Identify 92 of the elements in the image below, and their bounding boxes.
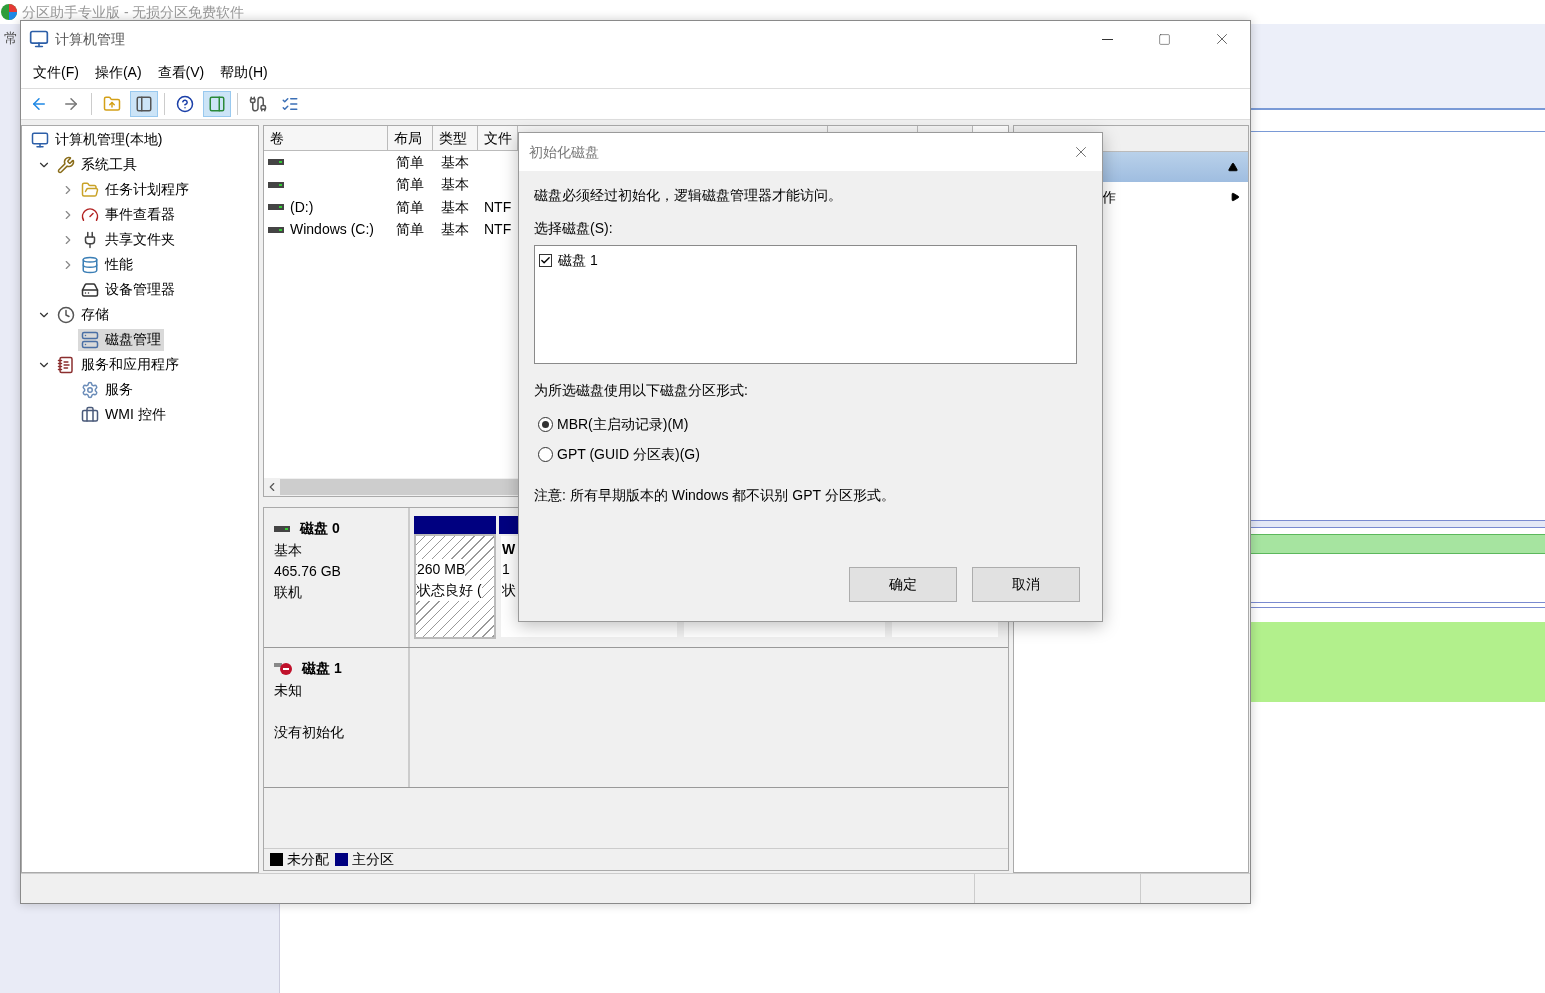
drive-icon xyxy=(268,159,284,166)
tree-item[interactable]: 计算机管理(本地) xyxy=(28,128,166,151)
folder-up-icon xyxy=(103,95,121,113)
disk-list-item[interactable]: 磁盘 1 xyxy=(539,250,1072,271)
disk-status: 联机 xyxy=(274,583,303,602)
tree-item[interactable]: 任务计划程序 xyxy=(78,178,192,201)
window-title: 计算机管理 xyxy=(55,29,125,49)
partition-name: W xyxy=(502,541,516,557)
warning-note: 注意: 所有早期版本的 Windows 都不识别 GPT 分区形式。 xyxy=(534,486,896,505)
table-cell-text: 基本 xyxy=(440,175,470,195)
computer-icon xyxy=(31,130,49,149)
tree-item[interactable]: 磁盘管理 xyxy=(78,328,164,351)
tree-item[interactable]: 性能 xyxy=(78,253,136,276)
drive-icon xyxy=(274,525,290,532)
tools-icon xyxy=(57,155,75,174)
tree-item[interactable]: 存储 xyxy=(54,303,112,326)
drive-icon xyxy=(268,204,284,211)
column-header[interactable]: 卷 xyxy=(264,126,388,150)
table-cell-text: 基本 xyxy=(440,152,470,172)
disk-size: 465.76 GB xyxy=(274,563,341,579)
radio-button[interactable] xyxy=(538,416,553,432)
maximize-icon xyxy=(1158,32,1171,46)
checklist-icon xyxy=(281,95,299,113)
column-header[interactable]: 布局 xyxy=(388,126,433,150)
gauge-icon xyxy=(81,205,99,224)
disk-name: 磁盘 1 xyxy=(302,659,342,678)
panel-icon xyxy=(135,95,153,113)
table-cell-text: (D:) xyxy=(290,197,314,217)
radio-option[interactable]: GPT (GUID 分区表)(G) xyxy=(538,445,1087,463)
dialog-title: 初始化磁盘 xyxy=(529,142,599,162)
partition-style-label: 为所选磁盘使用以下磁盘分区形式: xyxy=(534,381,749,400)
disk-error-icon xyxy=(274,661,292,676)
menu-item[interactable]: 操作(A) xyxy=(88,60,148,85)
tree-item[interactable]: 服务和应用程序 xyxy=(54,353,182,376)
tree-item[interactable]: 设备管理器 xyxy=(78,278,178,301)
toolbar-button[interactable] xyxy=(130,91,158,117)
table-cell-text: 简单 xyxy=(395,152,425,172)
disk-list[interactable]: 磁盘 1 xyxy=(534,245,1077,364)
forward-arrow-icon xyxy=(62,95,80,113)
storage-icon xyxy=(81,255,99,274)
help-icon xyxy=(176,95,194,113)
legend-label: 未分配 xyxy=(287,850,329,869)
menu-item[interactable]: 帮助(H) xyxy=(214,60,274,85)
radio-option[interactable]: MBR(主启动记录)(M) xyxy=(538,415,1087,433)
table-cell-text: 基本 xyxy=(440,197,470,217)
server-icon xyxy=(81,330,99,349)
checkbox[interactable] xyxy=(539,254,552,267)
minimize-icon xyxy=(1102,38,1113,40)
disk-type: 基本 xyxy=(274,541,303,560)
disk-drive-icon xyxy=(81,280,99,299)
disk-type: 未知 xyxy=(274,681,303,700)
legend-label: 主分区 xyxy=(352,850,394,869)
collapse-triangle-icon[interactable] xyxy=(1228,162,1238,172)
tree-item[interactable]: 事件查看器 xyxy=(78,203,178,226)
column-header[interactable]: 文件 xyxy=(478,126,518,150)
submenu-arrow-icon xyxy=(1230,192,1240,202)
menu-fragment: 常 xyxy=(3,29,18,48)
drive-icon xyxy=(268,226,284,233)
tree-item[interactable]: 系统工具 xyxy=(54,153,140,176)
partition-info: 状态良好 ( xyxy=(417,580,482,601)
app-title: 分区助手专业版 - 无损分区免费软件 xyxy=(22,2,245,22)
partition-info: 260 MB xyxy=(417,559,466,580)
table-cell-text: 简单 xyxy=(395,220,425,240)
menu-item[interactable]: 查看(V) xyxy=(151,60,211,85)
ok-button[interactable]: 确定 xyxy=(849,567,957,602)
radio-button[interactable] xyxy=(538,446,553,462)
table-cell-text: NTF xyxy=(483,220,512,240)
table-cell-text: 基本 xyxy=(440,220,470,240)
panel-icon xyxy=(208,95,226,113)
clock-icon xyxy=(57,305,75,324)
disk-status: 没有初始化 xyxy=(274,723,345,742)
cable-icon xyxy=(249,95,267,113)
tree-item[interactable]: WMI 控件 xyxy=(78,403,169,426)
folder-icon xyxy=(81,180,99,199)
computer-icon xyxy=(29,29,49,49)
gear-icon xyxy=(81,380,99,399)
drive-icon xyxy=(268,181,284,188)
tree-item[interactable]: 服务 xyxy=(78,378,136,401)
table-cell-text: 简单 xyxy=(395,175,425,195)
partition-block[interactable]: 260 MB 状态良好 ( xyxy=(414,534,496,639)
table-cell-text: 简单 xyxy=(395,197,425,217)
table-cell-text: NTF xyxy=(483,197,512,217)
dialog-message: 磁盘必须经过初始化，逻辑磁盘管理器才能访问。 xyxy=(534,186,843,205)
select-disk-label: 选择磁盘(S): xyxy=(534,219,614,238)
menu-item[interactable]: 文件(F) xyxy=(27,60,85,85)
cancel-button[interactable]: 取消 xyxy=(972,567,1080,602)
disk-name: 磁盘 0 xyxy=(300,519,340,538)
table-cell-text: Windows (C:) xyxy=(290,220,374,240)
column-header[interactable]: 类型 xyxy=(433,126,478,150)
tree-item[interactable]: 共享文件夹 xyxy=(78,228,178,251)
notebook-icon xyxy=(57,355,75,374)
pie-logo-icon xyxy=(0,3,18,21)
